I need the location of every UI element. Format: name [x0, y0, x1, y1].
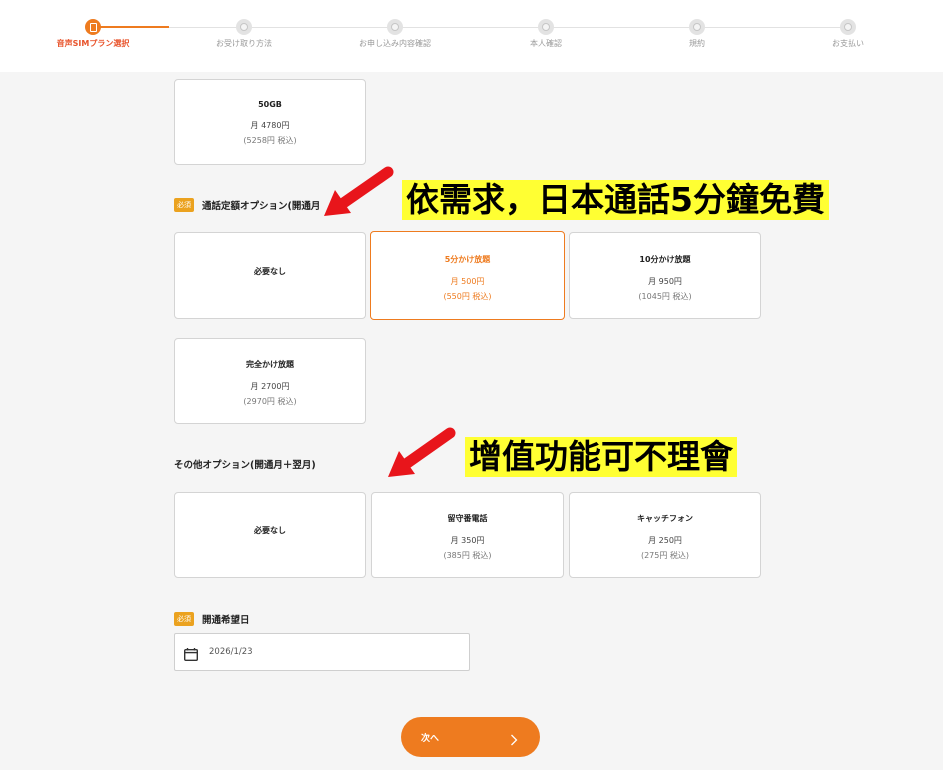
next-button[interactable]: 次へ: [401, 717, 540, 757]
step-confirmation: お申し込み内容確認: [330, 19, 460, 49]
next-button-label: 次へ: [421, 733, 440, 744]
progress-stepper: 音声SIMプラン選択 お受け取り方法 お申し込み内容確認 本人確認 規約 お支払…: [0, 0, 943, 72]
required-badge: 必須: [174, 612, 194, 626]
call-option-5min[interactable]: 5分かけ放題 月 500円 (550円 税込): [370, 231, 565, 320]
plan-card-50gb[interactable]: 50GB 月 4780円 (5258円 税込): [174, 79, 366, 165]
other-option-annotation: 增值功能可不理會: [465, 437, 737, 477]
required-badge: 必須: [174, 198, 194, 212]
step-dot-icon: [387, 19, 403, 35]
red-arrow-icon: [324, 166, 394, 216]
call-option-10min[interactable]: 10分かけ放題 月 950円 (1045円 税込): [569, 232, 761, 319]
other-option-title: その他オプション(開通月＋翌月): [174, 460, 316, 471]
step-terms: 規約: [632, 19, 762, 49]
step-payment: お支払い: [783, 19, 913, 49]
chevron-right-icon: [510, 731, 518, 750]
call-option-unlimited[interactable]: 完全かけ放題 月 2700円 (2970円 税込): [174, 338, 366, 424]
call-option-heading: 必須 通話定額オプション(開通月: [174, 198, 320, 212]
activation-date-input[interactable]: 2026/1/23: [174, 633, 470, 671]
step-dot-icon: [840, 19, 856, 35]
call-option-title: 通話定額オプション(開通月: [202, 201, 321, 212]
other-option-voicemail[interactable]: 留守番電話 月 350円 (385円 税込): [371, 492, 564, 578]
call-option-annotation: 依需求，日本通話5分鐘免費: [402, 180, 829, 220]
red-arrow-icon: [388, 427, 456, 477]
call-option-none[interactable]: 必要なし: [174, 232, 366, 319]
step-dot-icon: [236, 19, 252, 35]
sim-card-icon: [85, 19, 101, 35]
step-delivery-method: お受け取り方法: [179, 19, 309, 49]
other-option-call-waiting[interactable]: キャッチフォン 月 250円 (275円 税込): [569, 492, 761, 578]
step-dot-icon: [689, 19, 705, 35]
activation-date-value: 2026/1/23: [209, 647, 253, 657]
calendar-icon: [183, 646, 199, 661]
activation-date-heading: 必須 開通希望日: [174, 612, 250, 626]
step-identity: 本人確認: [481, 19, 611, 49]
step-plan-selection: 音声SIMプラン選択: [28, 19, 158, 49]
step-dot-icon: [538, 19, 554, 35]
activation-date-title: 開通希望日: [202, 615, 250, 626]
other-option-none[interactable]: 必要なし: [174, 492, 366, 578]
other-option-heading: その他オプション(開通月＋翌月): [174, 457, 316, 471]
